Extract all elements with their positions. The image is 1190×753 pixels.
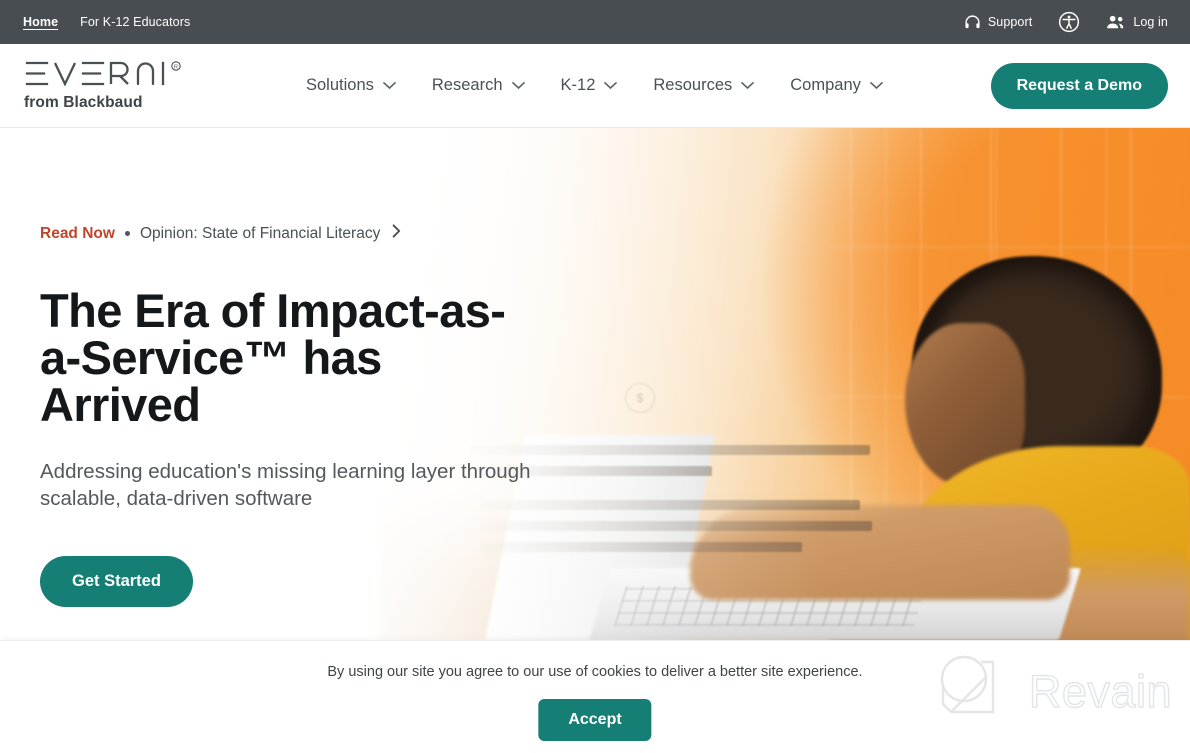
request-demo-button[interactable]: Request a Demo <box>990 62 1168 109</box>
get-started-button[interactable]: Get Started <box>40 556 193 608</box>
hero-headline: The Era of Impact-as-a-Service™ has Arri… <box>40 284 506 431</box>
cookie-message: By using our site you agree to our use o… <box>327 664 863 680</box>
utility-left-links: Home For K-12 Educators <box>23 15 190 29</box>
nav-label: Solutions <box>306 76 374 94</box>
nav-label: K-12 <box>560 76 596 94</box>
headset-icon <box>964 14 981 31</box>
support-label: Support <box>987 15 1033 29</box>
chevron-down-icon <box>741 76 755 95</box>
hero-announcement[interactable]: Read Now Opinion: State of Financial Lit… <box>40 224 540 243</box>
cookie-accept-button[interactable]: Accept <box>538 699 652 741</box>
nav-label: Research <box>431 76 503 94</box>
nav-label: Company <box>790 76 861 94</box>
accessibility-button[interactable] <box>1058 11 1080 33</box>
everfi-wordmark-icon: R <box>24 59 274 89</box>
read-now-label: Read Now <box>40 224 115 242</box>
support-link[interactable]: Support <box>964 14 1032 31</box>
chevron-down-icon <box>511 76 525 95</box>
main-navigation: Solutions Research K-12 Resources Compan… <box>306 76 883 95</box>
utility-right-links: Support Log in <box>964 11 1168 33</box>
people-icon <box>1106 14 1126 30</box>
svg-text:R: R <box>174 65 178 71</box>
brand-tagline: from Blackbaud <box>24 94 143 111</box>
chevron-down-icon <box>383 76 396 95</box>
hero-subheadline: Addressing education's missing learning … <box>40 460 531 511</box>
utility-link-home[interactable]: Home <box>23 15 58 29</box>
nav-label: Resources <box>653 76 733 94</box>
utility-bar: Home For K-12 Educators Support Log in <box>0 0 1190 44</box>
login-link[interactable]: Log in <box>1106 14 1168 30</box>
bullet-separator-icon <box>124 231 130 236</box>
cookie-consent-banner: By using our site you agree to our use o… <box>0 640 1190 753</box>
chevron-right-icon <box>392 224 401 243</box>
main-header: R from Blackbaud Solutions Research K-12… <box>0 44 1190 128</box>
announcement-link-text: Opinion: State of Financial Literacy <box>139 224 381 242</box>
brand-logo[interactable]: R from Blackbaud <box>24 59 274 112</box>
hero-content: Read Now Opinion: State of Financial Lit… <box>40 224 540 608</box>
accessibility-icon <box>1058 11 1080 33</box>
nav-item-solutions[interactable]: Solutions <box>306 76 396 95</box>
nav-item-resources[interactable]: Resources <box>653 76 755 95</box>
chevron-down-icon <box>604 76 618 95</box>
hero-section: Read Now Opinion: State of Financial Lit… <box>0 128 1190 640</box>
utility-link-k12-educators[interactable]: For K-12 Educators <box>80 15 190 29</box>
nav-item-k12[interactable]: K-12 <box>561 76 618 95</box>
dollar-circle-icon <box>625 383 655 413</box>
nav-item-company[interactable]: Company <box>790 76 883 95</box>
chevron-down-icon <box>870 76 883 95</box>
nav-item-research[interactable]: Research <box>432 76 525 95</box>
login-label: Log in <box>1133 15 1168 29</box>
